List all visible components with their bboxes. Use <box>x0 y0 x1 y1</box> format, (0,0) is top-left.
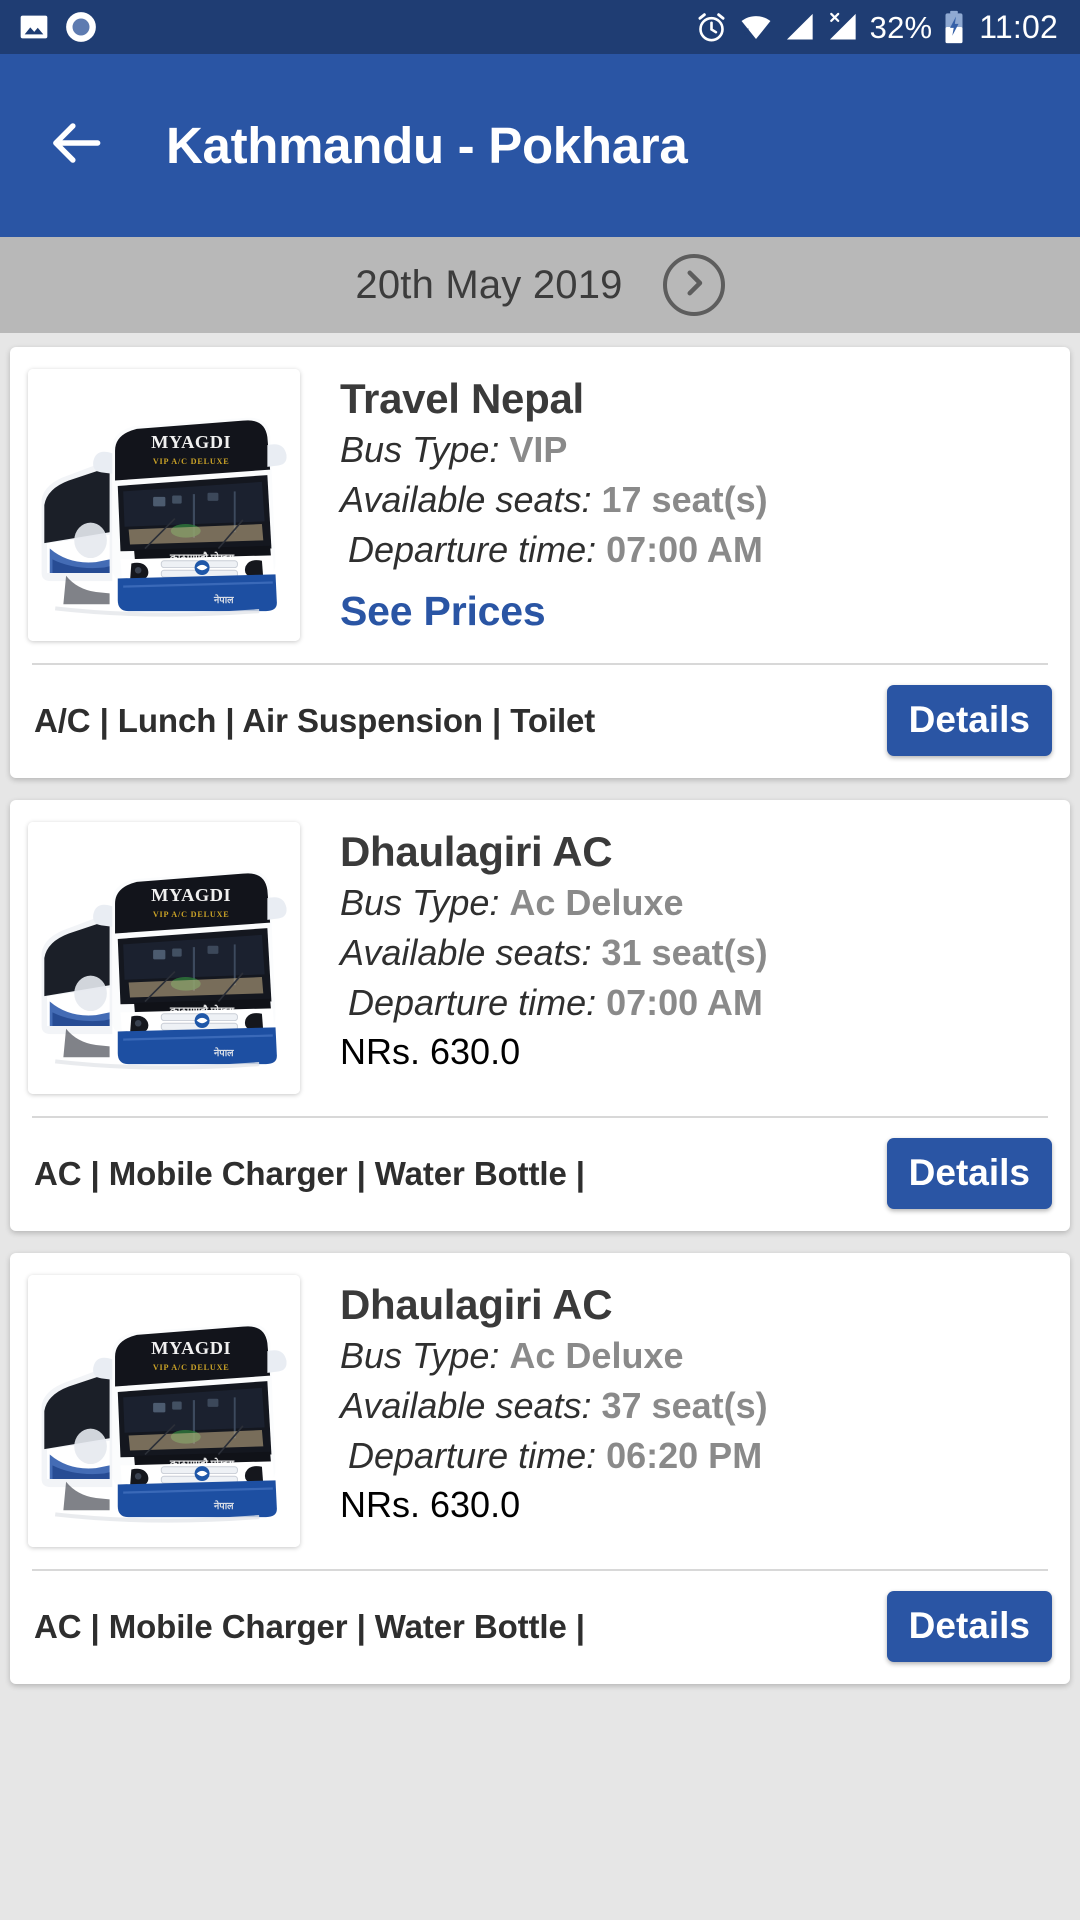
status-bar-left-icons <box>18 10 98 44</box>
status-bar-right-icons: 32% 11:02 <box>695 10 1058 44</box>
battery-charging-icon <box>943 10 965 44</box>
departure-time-line: Departure time: 06:20 PM <box>340 1432 1052 1480</box>
bus-type-value: Ac Deluxe <box>509 1335 684 1377</box>
svg-text:MYAGDI: MYAGDI <box>151 885 231 905</box>
bus-list: MYAGDI VIP A/C DELUXE काठम <box>0 333 1080 1684</box>
signal-icon <box>784 11 816 43</box>
svg-text:VIP A/C DELUXE: VIP A/C DELUXE <box>153 457 230 466</box>
bus-info: Dhaulagiri AC Bus Type: Ac Deluxe Availa… <box>300 822 1052 1094</box>
svg-text:VIP A/C DELUXE: VIP A/C DELUXE <box>153 910 230 919</box>
currency-label: NRs. <box>340 1483 430 1525</box>
alarm-icon <box>695 11 728 44</box>
signal-no-sim-icon <box>827 11 859 43</box>
app-bar: Kathmandu - Pokhara <box>0 54 1080 237</box>
departure-time-value: 07:00 AM <box>606 981 763 1023</box>
bus-card[interactable]: MYAGDI VIP A/C DELUXE काठम <box>10 1253 1070 1684</box>
bus-card[interactable]: MYAGDI VIP A/C DELUXE काठम <box>10 347 1070 778</box>
svg-text:नेपाल: नेपाल <box>213 1047 234 1059</box>
wifi-icon <box>739 10 773 44</box>
bus-info: Dhaulagiri AC Bus Type: Ac Deluxe Availa… <box>300 1275 1052 1547</box>
amenities-list: A/C | Lunch | Air Suspension | Toilet <box>34 701 596 739</box>
available-seats-line: Available seats: 37 seat(s) <box>340 1382 1052 1430</box>
bus-info: Travel Nepal Bus Type: VIP Available sea… <box>300 369 1052 641</box>
svg-text:नेपाल: नेपाल <box>213 594 234 606</box>
bus-operator-name: Dhaulagiri AC <box>340 1281 613 1328</box>
svg-text:VIP A/C DELUXE: VIP A/C DELUXE <box>153 1363 230 1372</box>
available-seats-line: Available seats: 17 seat(s) <box>340 476 1052 524</box>
bus-operator-name: Travel Nepal <box>340 375 584 422</box>
status-bar: 32% 11:02 <box>0 0 1080 54</box>
departure-time-value: 07:00 AM <box>606 528 763 570</box>
departure-time-label: Departure time: <box>348 1434 607 1476</box>
svg-text:MYAGDI: MYAGDI <box>151 1338 231 1358</box>
details-button[interactable]: Details <box>886 1591 1052 1662</box>
available-seats-label: Available seats: <box>340 479 602 521</box>
bus-type-label: Bus Type: <box>340 882 510 924</box>
available-seats-label: Available seats: <box>340 932 602 974</box>
departure-time-label: Departure time: <box>348 528 607 570</box>
available-seats-label: Available seats: <box>340 1385 602 1427</box>
departure-time-value: 06:20 PM <box>606 1434 763 1476</box>
bus-image: MYAGDI VIP A/C DELUXE काठम <box>28 1275 300 1547</box>
next-date-button[interactable] <box>662 254 725 316</box>
departure-time-line: Departure time: 07:00 AM <box>340 526 1052 574</box>
bus-card-top: MYAGDI VIP A/C DELUXE काठम <box>10 1253 1070 1563</box>
date-bar: 20th May 2019 <box>0 237 1080 333</box>
price-value: 630.0 <box>430 1030 521 1072</box>
price-line: NRs. 630.0 <box>340 1031 1052 1073</box>
bus-type-line: Bus Type: Ac Deluxe <box>340 879 1052 927</box>
available-seats-line: Available seats: 31 seat(s) <box>340 929 1052 977</box>
bus-type-label: Bus Type: <box>340 429 510 471</box>
price-line: NRs. 630.0 <box>340 1484 1052 1526</box>
bus-image: MYAGDI VIP A/C DELUXE काठम <box>28 822 300 1094</box>
bus-card-top: MYAGDI VIP A/C DELUXE काठम <box>10 347 1070 657</box>
chevron-right-icon <box>677 266 711 305</box>
bus-card-bottom: AC | Mobile Charger | Water Bottle | Det… <box>10 1571 1070 1684</box>
bus-card-bottom: AC | Mobile Charger | Water Bottle | Det… <box>10 1118 1070 1231</box>
see-prices-link[interactable]: See Prices <box>340 588 546 635</box>
back-arrow-icon <box>46 112 108 179</box>
bus-image: MYAGDI VIP A/C DELUXE काठम <box>28 369 300 641</box>
amenities-list: AC | Mobile Charger | Water Bottle | <box>34 1154 585 1192</box>
bus-type-value: Ac Deluxe <box>509 882 684 924</box>
svg-text:नेपाल: नेपाल <box>213 1500 234 1512</box>
svg-text:MYAGDI: MYAGDI <box>151 432 231 452</box>
currency-label: NRs. <box>340 1030 430 1072</box>
available-seats-value: 31 seat(s) <box>601 932 768 974</box>
bus-type-line: Bus Type: Ac Deluxe <box>340 1332 1052 1380</box>
amenities-list: AC | Mobile Charger | Water Bottle | <box>34 1607 585 1645</box>
departure-time-line: Departure time: 07:00 AM <box>340 979 1052 1027</box>
departure-time-label: Departure time: <box>348 981 607 1023</box>
record-icon <box>64 10 98 44</box>
photo-icon <box>18 11 50 43</box>
bus-operator-name: Dhaulagiri AC <box>340 828 613 875</box>
bus-type-line: Bus Type: VIP <box>340 426 1052 474</box>
details-button[interactable]: Details <box>886 1138 1052 1209</box>
bus-card-bottom: A/C | Lunch | Air Suspension | Toilet De… <box>10 665 1070 778</box>
available-seats-value: 17 seat(s) <box>601 479 768 521</box>
back-button[interactable] <box>40 109 114 183</box>
status-bar-clock: 11:02 <box>979 9 1058 45</box>
available-seats-value: 37 seat(s) <box>601 1385 768 1427</box>
bus-type-label: Bus Type: <box>340 1335 510 1377</box>
bus-card[interactable]: MYAGDI VIP A/C DELUXE काठम <box>10 800 1070 1231</box>
battery-percent: 32% <box>869 9 933 45</box>
selected-date: 20th May 2019 <box>355 262 623 307</box>
page-title: Kathmandu - Pokhara <box>166 117 688 174</box>
bus-card-top: MYAGDI VIP A/C DELUXE काठम <box>10 800 1070 1110</box>
price-value: 630.0 <box>430 1483 521 1525</box>
bus-type-value: VIP <box>509 429 568 471</box>
details-button[interactable]: Details <box>886 685 1052 756</box>
